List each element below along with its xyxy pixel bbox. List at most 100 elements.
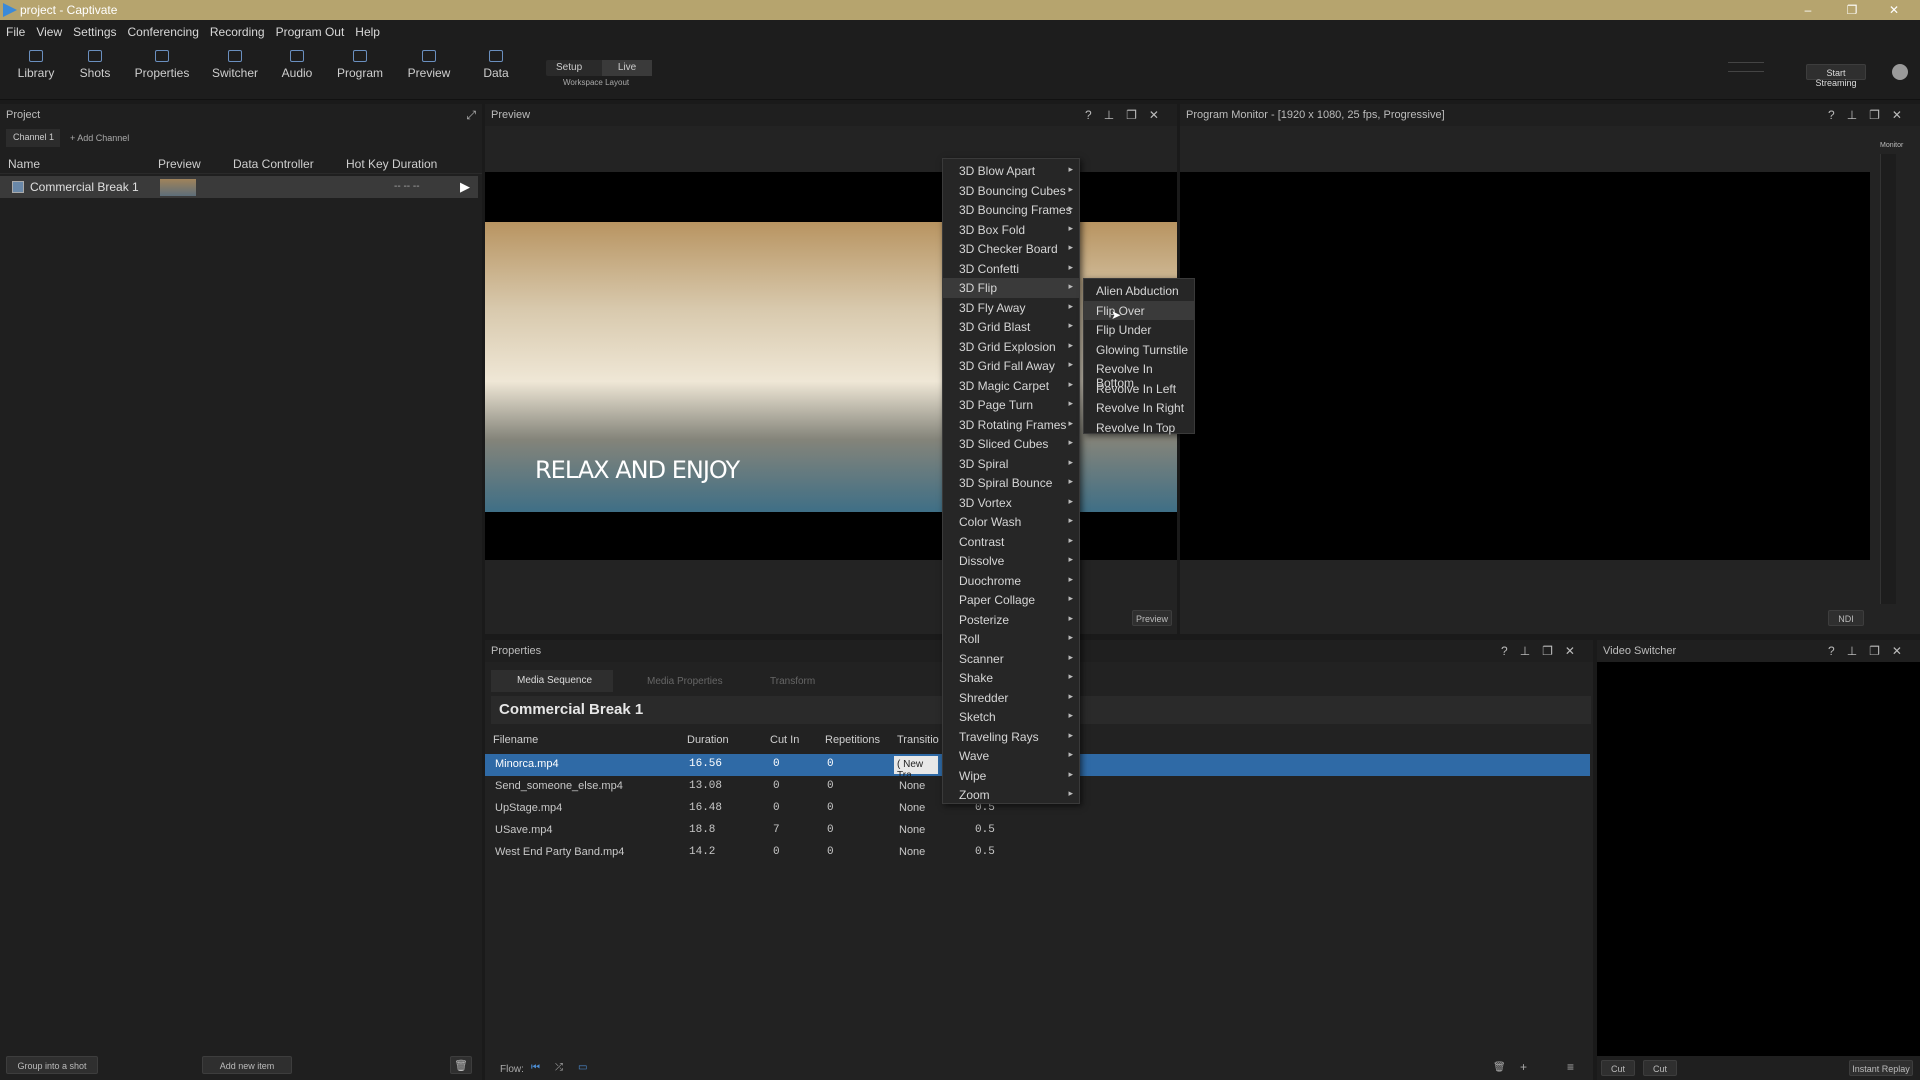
tab-media-properties[interactable]: Media Properties (647, 676, 723, 687)
toolbar-preview-button[interactable]: Preview (394, 50, 464, 80)
menu-help[interactable]: Help (349, 20, 385, 39)
transition-menu-item[interactable]: 3D Grid Fall Away ▸ (943, 356, 1079, 376)
toolbar-shots-button[interactable]: Shots (60, 50, 130, 80)
transition-menu-item[interactable]: Wipe ▸ (943, 766, 1079, 786)
col-repetitions[interactable]: Repetitions (825, 734, 880, 746)
toolbar-switcher-button[interactable]: Switcher (200, 50, 270, 80)
transition-menu-item[interactable]: Zoom ▸ (943, 785, 1079, 805)
transition-menu-item[interactable]: 3D Bouncing Frames ▸ (943, 200, 1079, 220)
tab-media-sequence[interactable]: Media Sequence (491, 670, 613, 692)
col-transition[interactable]: Transitio (897, 734, 939, 746)
trash-icon[interactable]: 🗑 (1493, 1062, 1506, 1073)
workspace-setup-button[interactable]: Setup (556, 62, 582, 73)
transition-menu-item[interactable]: 3D Blow Apart ▸ (943, 161, 1079, 181)
flow-loop-icon[interactable]: ▭ (578, 1062, 587, 1073)
preview-panel-controls[interactable]: ?⊥❐✕ (1085, 108, 1171, 122)
col-preview[interactable]: Preview (158, 157, 201, 171)
table-row[interactable]: USave.mp4 18.8 7 0 None 0.5 (485, 820, 1590, 842)
transition-menu-item[interactable]: 3D Grid Explosion ▸ (943, 337, 1079, 357)
start-streaming-button[interactable]: Start Streaming (1806, 64, 1866, 88)
properties-panel-controls[interactable]: ?⊥❐✕ (1501, 644, 1587, 658)
transition-menu-item[interactable]: 3D Bouncing Cubes ▸ (943, 181, 1079, 201)
toolbar-audio-button[interactable]: Audio (262, 50, 332, 80)
menu-file[interactable]: File (0, 20, 30, 39)
col-duration[interactable]: Duration (687, 734, 729, 746)
transition-menu-item[interactable]: 3D Magic Carpet ▸ (943, 376, 1079, 396)
flip-submenu-item[interactable]: Revolve In Left (1084, 379, 1194, 399)
transition-menu-item[interactable]: 3D Spiral ▸ (943, 454, 1079, 474)
group-into-shot-button[interactable]: Group into a shot (6, 1056, 98, 1074)
channel-1-tab[interactable]: Channel 1 (6, 129, 60, 147)
preview-button[interactable]: Preview (1132, 610, 1172, 626)
menu-recording[interactable]: Recording (204, 20, 270, 39)
col-data-controller[interactable]: Data Controller (233, 157, 314, 171)
flip-submenu-item[interactable]: Revolve In Top (1084, 418, 1194, 438)
program-monitor-controls[interactable]: ?⊥❐✕ (1828, 108, 1914, 122)
cell-transition[interactable]: None (899, 824, 925, 836)
transition-menu-item[interactable]: 3D Rotating Frames ▸ (943, 415, 1079, 435)
minimize-icon[interactable]: – (1800, 2, 1816, 18)
col-filename[interactable]: Filename (493, 734, 538, 746)
cell-transition[interactable]: None (899, 846, 925, 858)
flip-submenu-item[interactable]: Revolve In Bottom (1084, 359, 1194, 390)
transition-menu-item[interactable]: Posterize ▸ (943, 610, 1079, 630)
table-row[interactable]: West End Party Band.mp4 14.2 0 0 None 0.… (485, 842, 1590, 864)
transition-menu-item[interactable]: Wave ▸ (943, 746, 1079, 766)
cut-dropdown-2[interactable]: Cut (1643, 1060, 1677, 1076)
cell-transition[interactable]: None (899, 802, 925, 814)
user-avatar[interactable] (1892, 64, 1908, 80)
toolbar-program-button[interactable]: Program (325, 50, 395, 80)
project-row[interactable]: Commercial Break 1 -- -- -- ▶ (0, 176, 478, 198)
toolbar-properties-button[interactable]: Properties (127, 50, 197, 80)
ndi-dropdown[interactable]: NDI (1828, 610, 1864, 626)
flow-shuffle-icon[interactable]: ⤮ (555, 1062, 563, 1073)
transition-menu-item[interactable]: 3D Checker Board ▸ (943, 239, 1079, 259)
transition-menu-item[interactable]: Dissolve ▸ (943, 551, 1079, 571)
flip-submenu-item[interactable]: Flip Under (1084, 320, 1194, 340)
transition-menu-item[interactable]: 3D Flip ▸ (943, 278, 1079, 298)
transition-menu-item[interactable]: Shredder ▸ (943, 688, 1079, 708)
workspace-live-button[interactable]: Live (602, 60, 652, 76)
cut-dropdown-1[interactable]: Cut (1601, 1060, 1635, 1076)
col-cut-in[interactable]: Cut In (770, 734, 799, 746)
transition-menu-item[interactable]: 3D Sliced Cubes ▸ (943, 434, 1079, 454)
menu-program-out[interactable]: Program Out (270, 20, 350, 39)
transition-menu-item[interactable]: 3D Box Fold ▸ (943, 220, 1079, 240)
video-switcher-controls[interactable]: ?⊥❐✕ (1828, 644, 1914, 658)
play-icon[interactable]: ▶ (460, 179, 470, 195)
restore-icon[interactable]: ❐ (1844, 2, 1860, 18)
menu-view[interactable]: View (30, 20, 67, 39)
transition-menu-item[interactable]: Shake ▸ (943, 668, 1079, 688)
add-new-item-button[interactable]: Add new item (202, 1056, 292, 1074)
delete-icon[interactable]: 🗑 (450, 1056, 472, 1074)
list-icon[interactable]: ≡ (1567, 1060, 1574, 1074)
transition-menu-item[interactable]: 3D Fly Away ▸ (943, 298, 1079, 318)
transition-menu-item[interactable]: Traveling Rays ▸ (943, 727, 1079, 747)
transition-menu-item[interactable]: Duochrome ▸ (943, 571, 1079, 591)
instant-replay-button[interactable]: Instant Replay (1849, 1060, 1913, 1076)
flow-sequential-icon[interactable]: ⏮ (531, 1062, 540, 1073)
tab-transform[interactable]: Transform (770, 676, 815, 687)
transition-menu-item[interactable]: 3D Page Turn ▸ (943, 395, 1079, 415)
col-duration[interactable]: Duration (392, 157, 437, 171)
transition-menu-item[interactable]: 3D Vortex ▸ (943, 493, 1079, 513)
transition-menu-item[interactable]: Paper Collage ▸ (943, 590, 1079, 610)
close-window-icon[interactable]: ✕ (1886, 2, 1902, 18)
menu-conferencing[interactable]: Conferencing (122, 20, 204, 39)
expand-icon[interactable]: ⤢ (466, 108, 476, 123)
col-hot-key[interactable]: Hot Key (346, 157, 389, 171)
transition-menu-item[interactable]: Contrast ▸ (943, 532, 1079, 552)
cell-transition[interactable]: None (899, 780, 925, 792)
menu-settings[interactable]: Settings (67, 20, 121, 39)
toolbar-data-button[interactable]: Data (461, 50, 531, 80)
transition-menu-item[interactable]: 3D Confetti ▸ (943, 259, 1079, 279)
transition-menu-item[interactable]: Roll ▸ (943, 629, 1079, 649)
flip-submenu-item[interactable]: Revolve In Right (1084, 398, 1194, 418)
flip-submenu-item[interactable]: Alien Abduction (1084, 281, 1194, 301)
col-name[interactable]: Name (8, 157, 40, 171)
add-icon[interactable]: + (1520, 1060, 1527, 1074)
transition-menu-item[interactable]: Scanner ▸ (943, 649, 1079, 669)
transition-menu-item[interactable]: 3D Spiral Bounce ▸ (943, 473, 1079, 493)
add-channel-button[interactable]: + Add Channel (70, 133, 129, 143)
flip-submenu-item[interactable]: Flip Over (1084, 300, 1194, 320)
